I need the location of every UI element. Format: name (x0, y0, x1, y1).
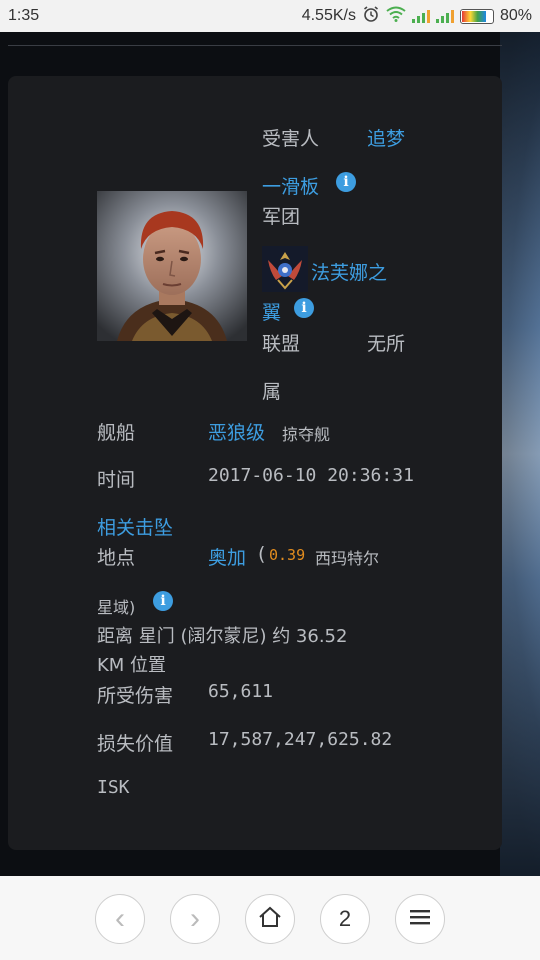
chevron-left-icon: ‹ (115, 902, 125, 935)
corp-info-icon[interactable]: i (336, 172, 356, 192)
status-indicators: 4.55K/s 80% (302, 5, 532, 28)
tabs-count: 2 (338, 906, 352, 931)
time-value: 2017-06-10 20:36:31 (208, 465, 414, 486)
related-kills-link[interactable]: 相关击坠 (97, 513, 173, 540)
location-label: 地点 (97, 547, 136, 569)
battery-percent: 80% (499, 7, 532, 24)
chevron-right-icon: › (190, 902, 200, 935)
location-region-suffix: 星域) (97, 598, 136, 617)
alliance-name-link-cont[interactable]: 翼 (262, 298, 281, 325)
wifi-icon (386, 6, 406, 27)
corp-label: 军团 (262, 206, 301, 228)
distance-text: 距离 星门 (阔尔蒙尼) 约 36.52 (97, 626, 348, 647)
alliance-info-icon[interactable]: i (294, 298, 314, 318)
browser-toolbar: ‹ › 2 (0, 876, 540, 960)
signal-icon (411, 9, 430, 23)
corp-name-link[interactable]: 一滑板 (262, 172, 319, 199)
back-button[interactable]: ‹ (95, 894, 145, 944)
loss-unit: ISK (97, 777, 130, 798)
home-button[interactable] (245, 894, 295, 944)
security-status: 0.39 (269, 546, 306, 564)
distance-text-cont: KM 位置 (97, 655, 167, 676)
location-system-link[interactable]: 奥加 (208, 543, 246, 570)
ship-label: 舰船 (97, 422, 136, 444)
tabs-button[interactable]: 2 (320, 894, 370, 944)
loss-value: 17,587,247,625.82 (208, 729, 393, 750)
time-label: 时间 (97, 469, 136, 491)
background-glow-strip (500, 32, 540, 876)
location-region-link[interactable]: 西玛特尔 (315, 545, 379, 569)
signal-icon-2 (435, 9, 454, 23)
alliance-value: 无所 (367, 333, 406, 355)
menu-button[interactable] (395, 894, 445, 944)
alliance-label: 联盟 (262, 333, 301, 355)
alliance-logo[interactable] (262, 246, 308, 292)
victim-label: 受害人 (262, 128, 320, 150)
status-time: 1:35 (8, 7, 40, 24)
damage-label: 所受伤害 (97, 685, 174, 707)
divider (8, 45, 502, 46)
victim-portrait[interactable] (97, 191, 247, 341)
status-bar: 1:35 4.55K/s 80% (0, 0, 540, 32)
home-icon (258, 906, 282, 933)
battery-icon (459, 8, 494, 24)
location-info-icon[interactable]: i (153, 591, 173, 611)
loss-label: 损失价值 (97, 733, 174, 755)
ship-name-link[interactable]: 恶狼级 (208, 418, 265, 445)
damage-value: 65,611 (208, 681, 274, 702)
alliance-value-cont: 属 (262, 381, 282, 403)
ship-class: 掠夺舰 (282, 425, 331, 444)
network-speed: 4.55K/s (301, 7, 356, 24)
alarm-icon (362, 5, 380, 28)
location-paren: ( (258, 543, 266, 565)
menu-icon (409, 908, 431, 931)
forward-button[interactable]: › (170, 894, 220, 944)
alliance-name-link[interactable]: 法芙娜之 (311, 258, 387, 285)
victim-name-link[interactable]: 追梦 (367, 124, 405, 151)
